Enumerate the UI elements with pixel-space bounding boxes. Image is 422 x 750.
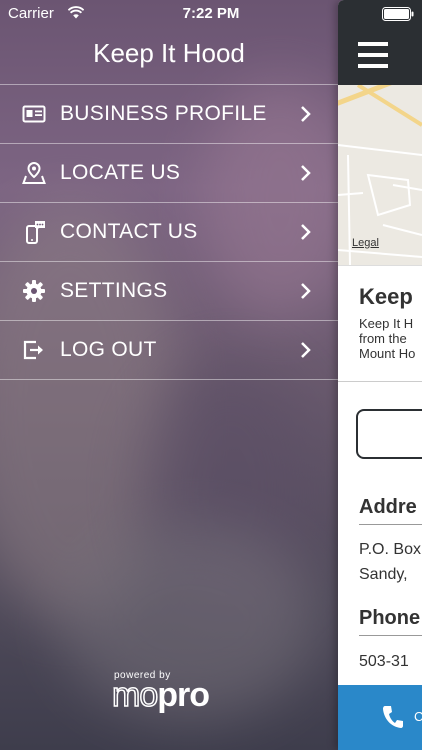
action-button[interactable] <box>356 409 422 459</box>
phone-title: Phone <box>359 607 421 629</box>
menu-item-locate-us[interactable]: LOCATE US <box>0 144 338 203</box>
business-name: Keep <box>359 284 413 309</box>
business-description: Keep It H from the Mount Ho <box>359 316 415 361</box>
map-view[interactable] <box>338 85 422 265</box>
clock: 7:22 PM <box>182 5 240 22</box>
divider <box>338 381 422 382</box>
call-label: C <box>414 709 422 724</box>
divider <box>359 524 422 525</box>
menu-item-log-out[interactable]: LOG OUT <box>0 321 338 380</box>
hamburger-menu-icon[interactable] <box>358 42 388 68</box>
menu-item-label: CONTACT US <box>60 220 198 243</box>
description-line: Mount Ho <box>359 346 416 361</box>
chevron-right-icon <box>301 106 311 122</box>
description-line: from the <box>359 331 407 346</box>
call-button[interactable]: C <box>338 685 422 750</box>
mopro-logo: mopro <box>111 675 210 715</box>
map-roads <box>338 85 422 265</box>
menu-item-label: LOG OUT <box>60 338 157 361</box>
id-card-icon <box>22 105 46 123</box>
menu-item-business-profile[interactable]: BUSINESS PROFILE <box>0 85 338 144</box>
chevron-right-icon <box>301 165 311 181</box>
phone-icon <box>383 706 403 728</box>
battery-icon <box>382 7 414 21</box>
status-bar: Carrier 7:22 PM <box>0 0 422 28</box>
chevron-right-icon <box>301 342 311 358</box>
logout-icon <box>23 340 43 360</box>
phone-value[interactable]: 503-31 <box>359 649 409 674</box>
map-pin-icon <box>22 161 46 184</box>
chevron-right-icon <box>301 224 311 240</box>
address-text: P.O. Box Sandy, <box>359 537 421 587</box>
app-screen: Carrier 7:22 PM Keep It Hood BUSINESS PR… <box>0 0 422 750</box>
menu-list: BUSINESS PROFILE LOCATE US CONTACT US SE… <box>0 84 338 380</box>
menu-item-label: BUSINESS PROFILE <box>60 102 267 125</box>
address-title: Addre <box>359 496 417 518</box>
phone-chat-icon <box>26 221 45 244</box>
divider <box>359 635 422 636</box>
chevron-right-icon <box>301 283 311 299</box>
side-menu: Keep It Hood BUSINESS PROFILE LOCATE US … <box>0 0 338 750</box>
description-line: Keep It H <box>359 316 414 331</box>
divider <box>338 265 422 266</box>
menu-item-label: SETTINGS <box>60 279 168 302</box>
menu-item-label: LOCATE US <box>60 161 181 184</box>
logo-text-pro: pro <box>157 676 210 714</box>
gear-icon <box>23 280 45 302</box>
menu-title: Keep It Hood <box>93 38 245 68</box>
menu-item-contact-us[interactable]: CONTACT US <box>0 203 338 262</box>
map-legal-link[interactable]: Legal <box>352 237 379 249</box>
address-line: P.O. Box <box>359 541 421 558</box>
content-panel[interactable]: Legal Keep Keep It H from the Mount Ho A… <box>338 0 422 750</box>
logo-text-mo: mo <box>111 675 159 715</box>
menu-item-settings[interactable]: SETTINGS <box>0 262 338 321</box>
address-line: Sandy, <box>359 566 408 583</box>
